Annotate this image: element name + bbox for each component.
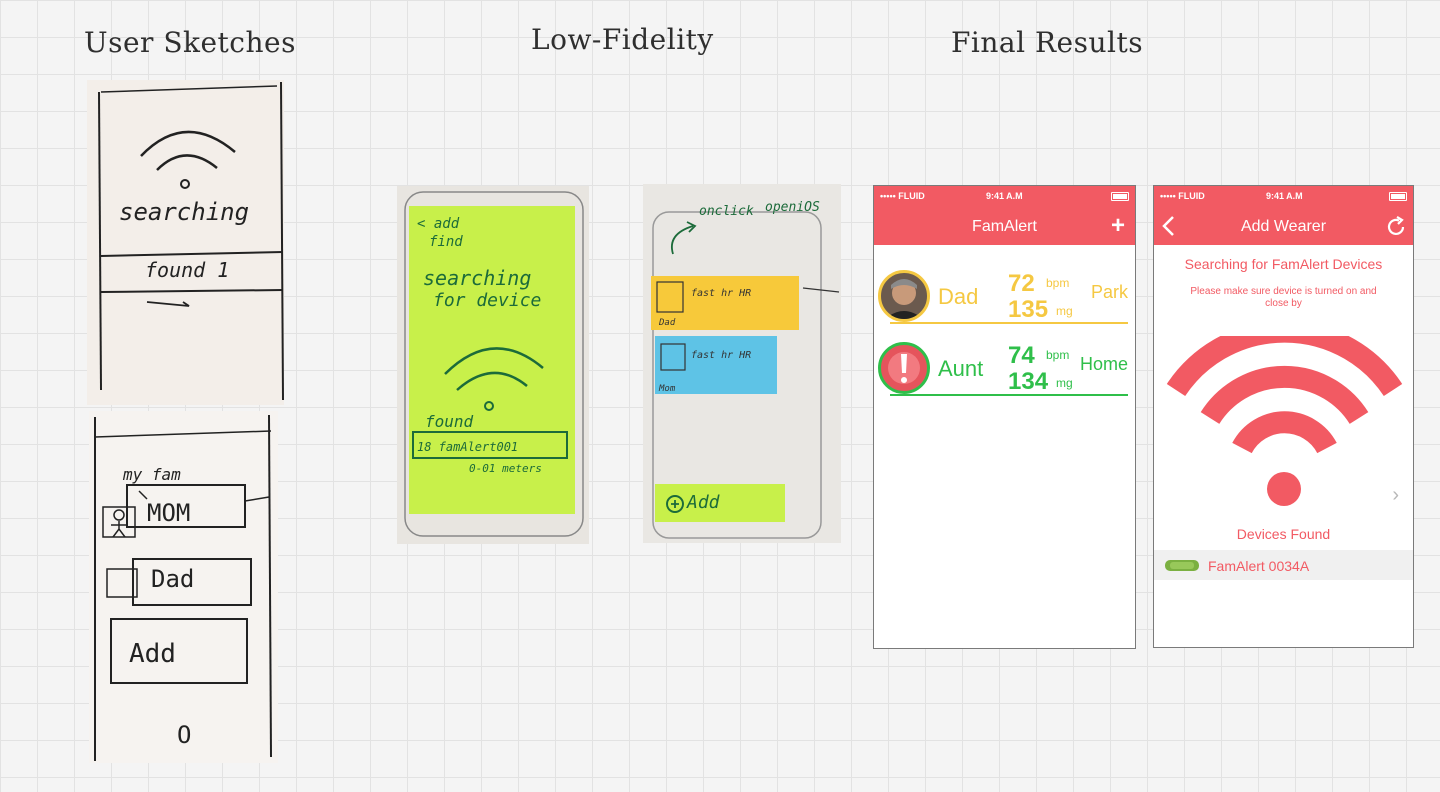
member-name: Dad bbox=[938, 284, 979, 309]
heart-rate-unit: bpm bbox=[1046, 276, 1070, 290]
lowfi2-card2-name: Mom bbox=[659, 384, 676, 394]
sketch-searching-photo: searching found 1 bbox=[87, 80, 284, 405]
lowfi2-card2-text: fast hr HR bbox=[691, 350, 752, 361]
heart-rate-value: 74 bbox=[1008, 342, 1035, 369]
screen-title: FamAlert bbox=[972, 218, 1037, 235]
screen-title: Add Wearer bbox=[1240, 218, 1327, 235]
sketch-found-label: found 1 bbox=[145, 258, 230, 282]
member-row-dad[interactable]: Dad 72 bpm 135 mg Park bbox=[874, 268, 1135, 330]
add-member-button[interactable]: + bbox=[1111, 212, 1125, 240]
clock-label: 9:41 A.M bbox=[986, 191, 1023, 201]
lowfi2-openios-note: openiOS bbox=[765, 200, 820, 215]
famalert-phone-screen: ••••• FLUID 9:41 A.M FamAlert + Dad 72 b… bbox=[873, 185, 1136, 649]
searching-hint: Please make sure device is turned on and… bbox=[1190, 286, 1377, 309]
glucose-value: 135 bbox=[1008, 296, 1049, 323]
navigation-bar: Add Wearer bbox=[1154, 208, 1413, 245]
lowfi2-card1-name: Dad bbox=[659, 318, 676, 328]
lowfi2-card1-text: fast hr HR bbox=[691, 288, 752, 299]
lowfi1-for-device-label: for device bbox=[433, 290, 542, 311]
lowfi-searching-photo: < add find searching for device found 18… bbox=[397, 186, 589, 544]
device-list-item[interactable]: FamAlert 0034A bbox=[1154, 550, 1413, 580]
heading-final-results: Final Results bbox=[951, 26, 1144, 59]
sketch-o-label: O bbox=[177, 721, 192, 749]
heart-rate-unit: bpm bbox=[1046, 348, 1070, 362]
lowfi-list-photo: onclick openiOS fast hr HR Dad fast hr H… bbox=[643, 184, 841, 543]
lowfi1-find-label: find bbox=[429, 234, 463, 250]
battery-icon bbox=[1389, 192, 1407, 201]
carrier-label: ••••• FLUID bbox=[880, 191, 925, 201]
sketch-add-label: Add bbox=[129, 639, 176, 669]
wristband-icon bbox=[1165, 560, 1199, 571]
heading-user-sketches: User Sketches bbox=[84, 26, 296, 59]
add-wearer-phone-screen: ••••• FLUID 9:41 A.M Add Wearer Searchin… bbox=[1153, 185, 1414, 648]
device-name: FamAlert 0034A bbox=[1208, 558, 1310, 574]
devices-found-label: Devices Found bbox=[1236, 526, 1331, 542]
lowfi1-distance: 0-01 meters bbox=[469, 462, 542, 475]
member-name: Aunt bbox=[938, 356, 984, 381]
lowfi2-add-label: Add bbox=[687, 492, 720, 513]
searching-title: Searching for FamAlert Devices bbox=[1184, 256, 1383, 272]
sketch-myfam-photo: my fam MOM Dad Add O bbox=[89, 411, 278, 763]
lowfi1-found-label: found bbox=[425, 412, 474, 431]
sketch-searching-label: searching bbox=[119, 198, 250, 226]
chevron-right-icon[interactable]: › bbox=[1392, 484, 1399, 507]
battery-icon bbox=[1111, 192, 1129, 201]
row-divider bbox=[890, 394, 1128, 396]
lowfi2-onclick-note: onclick bbox=[699, 204, 754, 219]
clock-label: 9:41 A.M bbox=[1266, 191, 1303, 201]
glucose-unit: mg bbox=[1056, 376, 1073, 390]
refresh-icon[interactable] bbox=[1385, 216, 1407, 238]
row-divider bbox=[890, 322, 1128, 324]
avatar-dad bbox=[878, 270, 930, 322]
carrier-label: ••••• FLUID bbox=[1160, 191, 1205, 201]
status-bar: ••••• FLUID 9:41 A.M bbox=[1154, 186, 1413, 208]
lowfi1-add-label: < add bbox=[417, 216, 460, 232]
lowfi1-searching-label: searching bbox=[423, 266, 532, 290]
sketch-dad-label: Dad bbox=[151, 565, 195, 593]
location-label: Park bbox=[1090, 282, 1128, 302]
wifi-signal-icon bbox=[1166, 336, 1403, 506]
member-row-aunt[interactable]: Aunt 74 bpm 134 mg Home bbox=[874, 340, 1135, 402]
lowfi1-device-id: 18 famAlert001 bbox=[417, 440, 519, 454]
navigation-bar: FamAlert + bbox=[874, 208, 1135, 245]
glucose-unit: mg bbox=[1056, 304, 1073, 318]
sketch-mom-label: MOM bbox=[147, 499, 191, 527]
heading-low-fidelity: Low-Fidelity bbox=[531, 23, 714, 56]
location-label: Home bbox=[1079, 354, 1128, 374]
sketch-myfam-label: my fam bbox=[123, 465, 181, 484]
heart-rate-value: 72 bbox=[1008, 270, 1035, 297]
avatar-aunt bbox=[878, 342, 930, 394]
glucose-value: 134 bbox=[1008, 368, 1049, 395]
status-bar: ••••• FLUID 9:41 A.M bbox=[874, 186, 1135, 208]
